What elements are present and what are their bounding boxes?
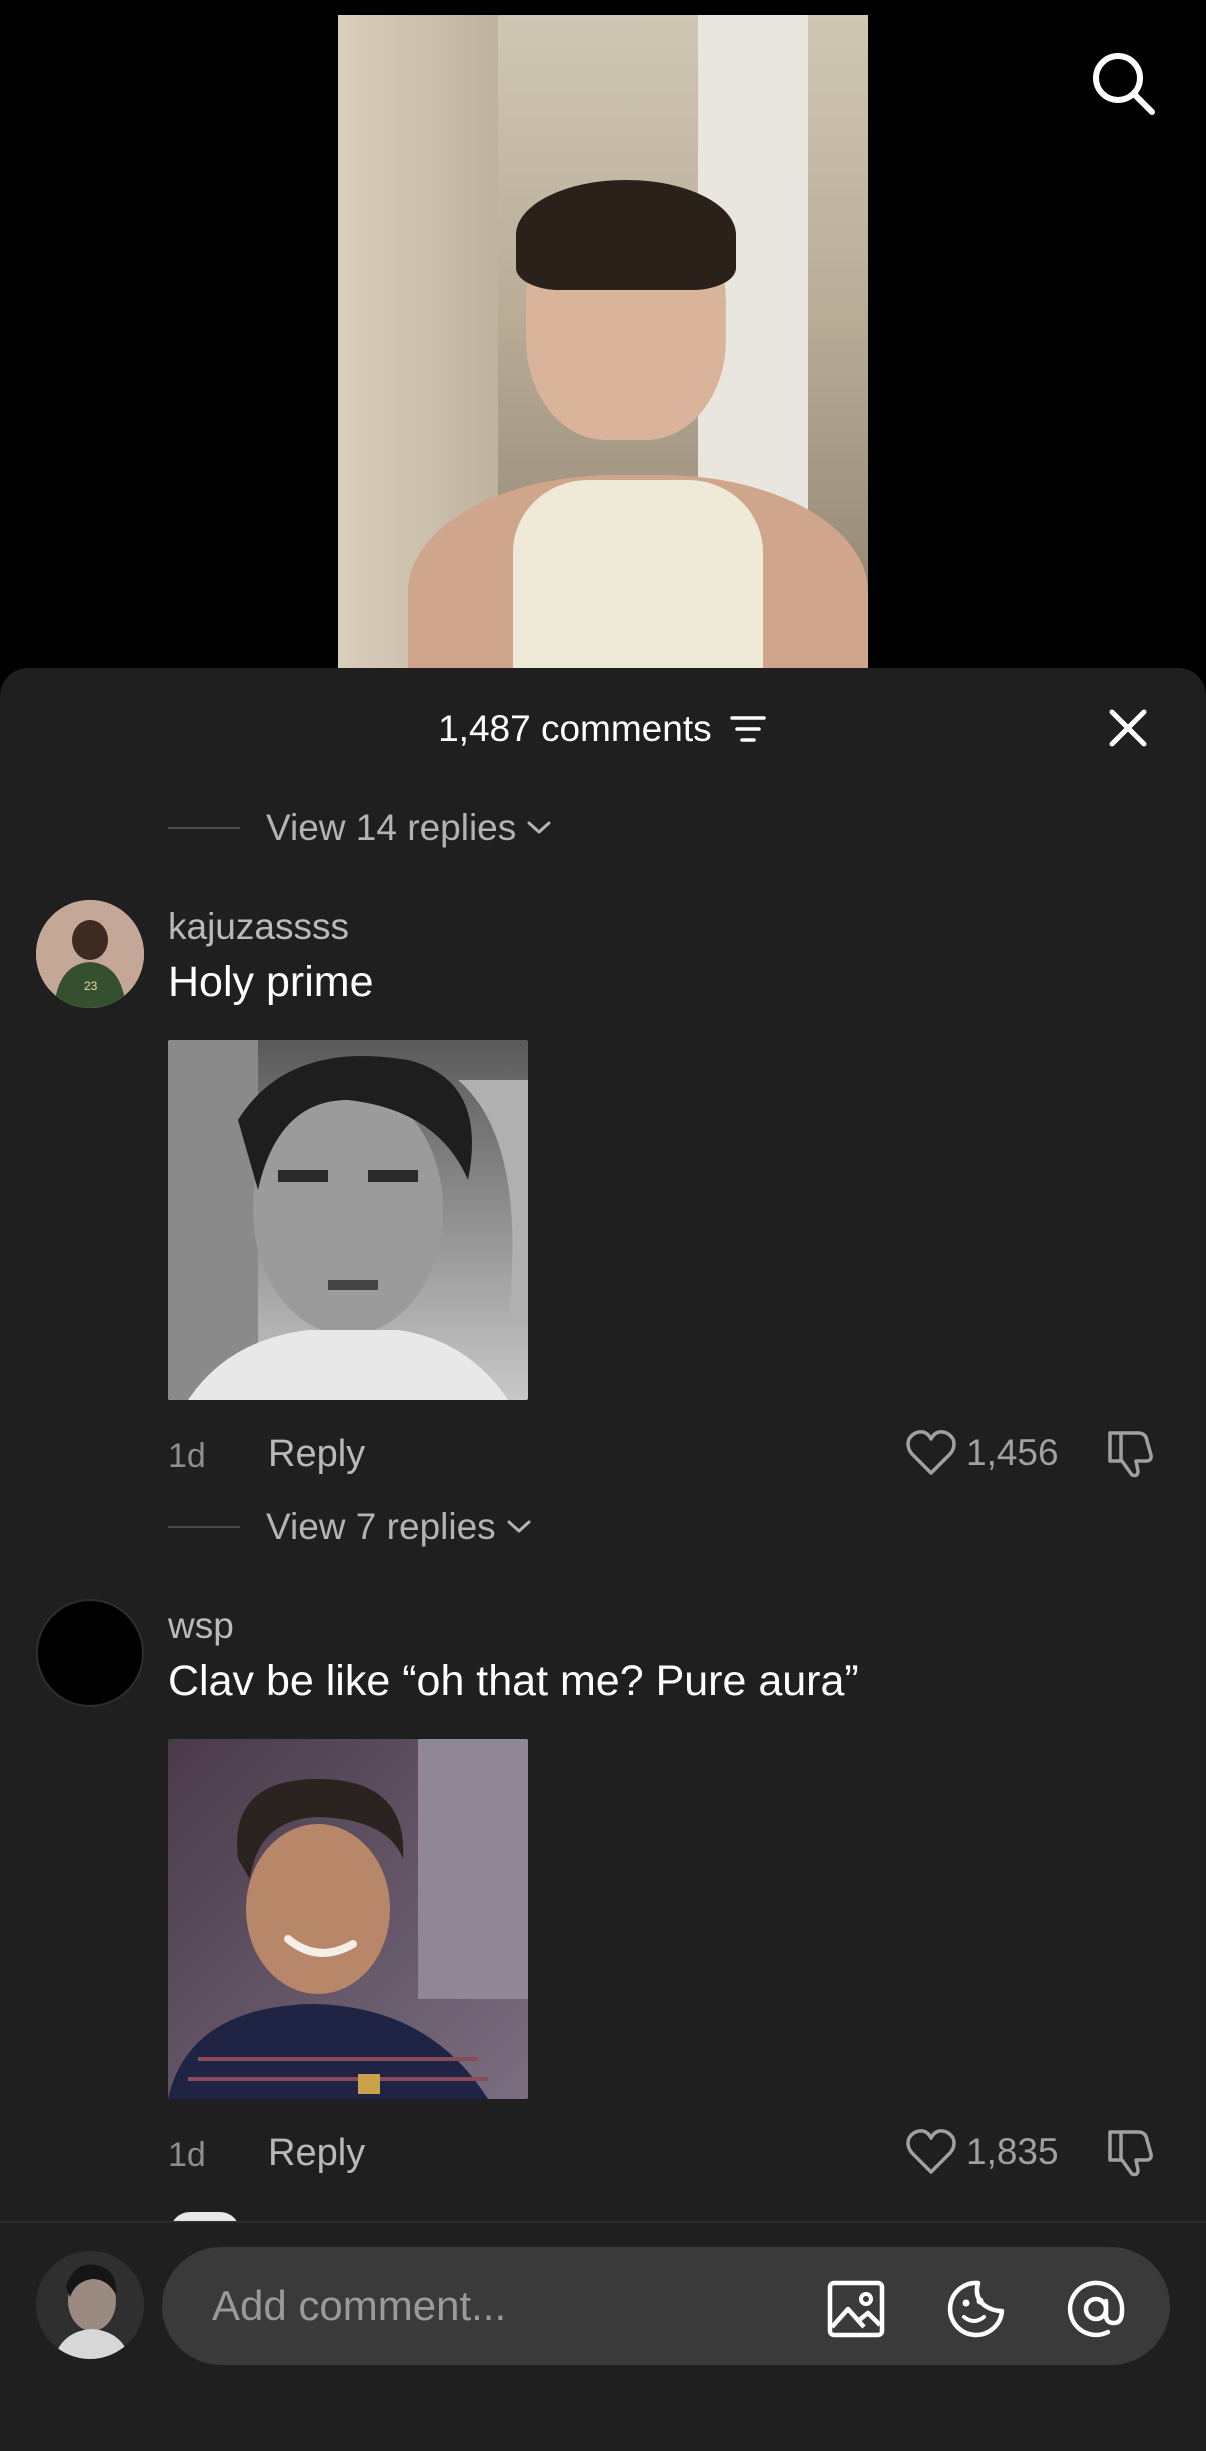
reply-button[interactable]: Reply <box>268 1433 365 1476</box>
comments-header: 1,487 comments <box>0 668 1206 792</box>
chevron-down-icon <box>527 821 551 834</box>
heart-icon <box>906 1430 956 1475</box>
svg-text:23: 23 <box>84 979 98 993</box>
comment-username[interactable]: wsp <box>168 1605 234 1647</box>
like-button[interactable]: 1,835 <box>904 2127 1059 2177</box>
replies-divider <box>168 827 240 829</box>
avatar[interactable]: 23 <box>36 900 144 1008</box>
like-button[interactable]: 1,456 <box>904 1428 1059 1478</box>
sticker-icon[interactable] <box>944 2277 1008 2341</box>
video-person-shirt <box>513 480 763 670</box>
view-replies-button[interactable]: View 7 replies <box>168 1502 534 1552</box>
comments-sheet: 1,487 comments View 14 replies 23 kajuza… <box>0 668 1206 2451</box>
comment-input-container[interactable] <box>162 2247 1170 2365</box>
comment-text: Clav be like “oh that me? Pure aura” <box>168 1657 859 1705</box>
comment-image[interactable] <box>168 1739 528 2099</box>
reply-button[interactable]: Reply <box>268 2132 365 2175</box>
avatar[interactable] <box>36 1599 144 1707</box>
video-person-hair <box>516 180 736 290</box>
filter-icon[interactable] <box>728 712 768 746</box>
video-preview[interactable] <box>338 15 868 670</box>
comment-timestamp: 1d <box>168 2136 206 2174</box>
replies-divider <box>168 1526 240 1528</box>
dislike-icon[interactable] <box>1104 1425 1160 1481</box>
comment-username[interactable]: kajuzassss <box>168 906 349 948</box>
like-count: 1,835 <box>966 2131 1059 2172</box>
comment-input[interactable] <box>212 2247 832 2365</box>
comment-image[interactable] <box>168 1040 528 1400</box>
view-replies-button[interactable]: View 14 replies <box>168 803 554 853</box>
comments-count-label: 1,487 comments <box>438 708 712 750</box>
app-screen: 1,487 comments View 14 replies 23 kajuza… <box>0 0 1206 2451</box>
view-replies-label: View 7 replies <box>266 1506 496 1547</box>
dislike-icon[interactable] <box>1104 2124 1160 2180</box>
comments-count[interactable]: 1,487 comments <box>0 706 1206 750</box>
at-mention-icon[interactable] <box>1064 2277 1128 2341</box>
like-count: 1,456 <box>966 1432 1059 1473</box>
comment-composer <box>0 2223 1206 2451</box>
chevron-down-icon <box>507 1520 531 1533</box>
close-icon[interactable] <box>1104 704 1152 752</box>
avatar[interactable] <box>36 2251 144 2359</box>
comment-timestamp: 1d <box>168 1437 206 1475</box>
search-icon[interactable] <box>1088 48 1158 118</box>
image-icon[interactable] <box>824 2277 888 2341</box>
heart-icon <box>906 2129 956 2174</box>
view-replies-label: View 14 replies <box>266 807 517 848</box>
comment-text: Holy prime <box>168 958 374 1006</box>
